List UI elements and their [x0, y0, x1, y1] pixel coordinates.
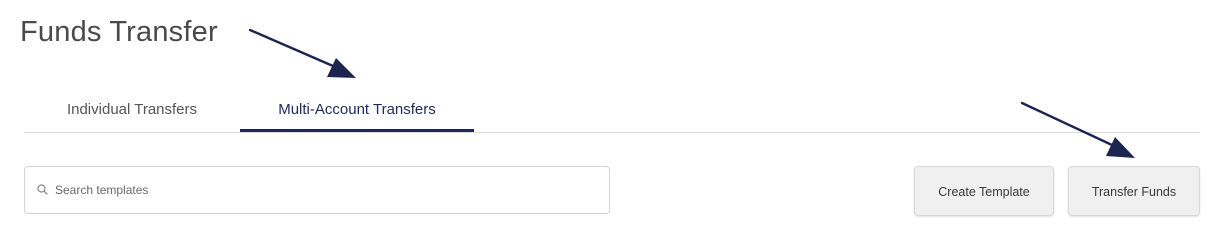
transfer-funds-button[interactable]: Transfer Funds [1068, 166, 1200, 216]
search-box[interactable] [24, 166, 610, 214]
active-tab-indicator [240, 129, 474, 132]
create-template-button[interactable]: Create Template [914, 166, 1054, 216]
search-input[interactable] [55, 167, 595, 213]
search-icon [37, 184, 48, 195]
tab-individual-transfers[interactable]: Individual Transfers [34, 90, 230, 130]
tab-multi-account-transfers[interactable]: Multi-Account Transfers [240, 90, 474, 130]
tab-bar: Individual Transfers Multi-Account Trans… [24, 90, 1200, 133]
page-title: Funds Transfer [20, 16, 218, 48]
annotation-arrow-to-multi-account-tab [248, 28, 356, 78]
